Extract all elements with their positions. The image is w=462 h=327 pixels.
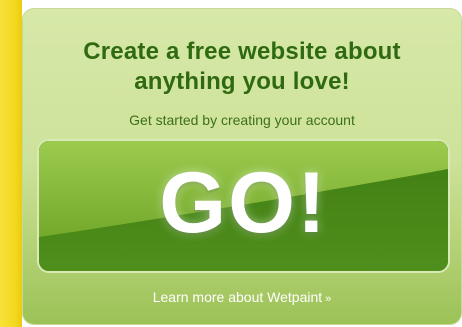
yellow-side-strip: [0, 0, 22, 327]
double-chevron-right-icon: »: [325, 293, 332, 305]
promo-headline: Create a free website about anything you…: [23, 37, 461, 97]
go-button[interactable]: GO!: [37, 139, 450, 273]
headline-line-2: anything you love!: [134, 68, 350, 95]
learn-more-text: Learn more about Wetpaint: [152, 289, 323, 305]
go-label: GO!: [159, 155, 328, 251]
learn-more-link[interactable]: Learn more about Wetpaint»: [23, 289, 461, 305]
signup-promo-card: Create a free website about anything you…: [22, 8, 462, 325]
promo-subline: Get started by creating your account: [129, 112, 355, 128]
headline-line-1: Create a free website about: [83, 38, 401, 65]
